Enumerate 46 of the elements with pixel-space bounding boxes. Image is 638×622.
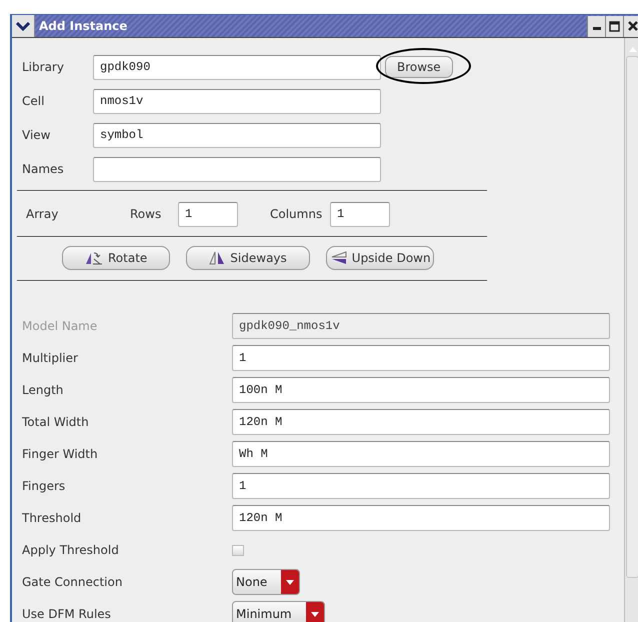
input-field[interactable]: 120n M [232, 409, 610, 435]
input-field[interactable]: 1 [232, 473, 610, 499]
rotate-icon [85, 251, 103, 265]
field-label: Total Width [22, 415, 90, 429]
window-title: Add Instance [39, 19, 128, 33]
input-field[interactable]: 100n M [232, 377, 610, 403]
field-label: Rows [130, 207, 162, 221]
sideways-button[interactable]: Sideways [186, 246, 310, 270]
dropdown[interactable]: Minimum [232, 601, 325, 622]
scrollbar[interactable] [624, 38, 638, 622]
close-icon[interactable] [628, 21, 638, 31]
field-label: Cell [22, 94, 46, 108]
field-label: Model Name [22, 319, 98, 333]
field-label: Apply Threshold [22, 543, 120, 557]
input-field[interactable]: Wh M [232, 441, 610, 467]
input-field[interactable] [93, 156, 381, 182]
field-label: Threshold [22, 511, 82, 525]
checkbox[interactable] [232, 544, 244, 556]
input-field[interactable]: nmos1v [93, 88, 381, 114]
input-field[interactable]: 1 [232, 345, 610, 371]
field-label: Multiplier [22, 351, 79, 365]
flip-icon [330, 251, 347, 265]
field-label: Library [22, 60, 65, 74]
caret-icon [286, 580, 294, 584]
upside-button[interactable]: Upside Down [326, 246, 434, 270]
field-label: Array [26, 207, 60, 221]
mirror-icon [209, 251, 226, 265]
maximize-icon[interactable] [609, 20, 620, 32]
rotate-button[interactable]: Rotate [62, 246, 170, 270]
input-field[interactable]: symbol [93, 122, 381, 148]
field-label: Use DFM Rules [22, 607, 112, 621]
field-label: Gate Connection [22, 575, 124, 589]
field-label: Columns [270, 207, 324, 221]
field-label: Finger Width [22, 447, 99, 461]
chevron-down-icon[interactable] [16, 22, 30, 30]
input-field[interactable]: gpdk090 [93, 54, 381, 80]
browse-button[interactable]: Browse [385, 56, 453, 78]
caret-icon [310, 612, 319, 616]
field-label: Length [22, 383, 64, 397]
field-label: View [22, 128, 52, 142]
input-field[interactable]: 1 [330, 202, 390, 226]
field-label: Fingers [22, 479, 66, 493]
input-field[interactable]: 120n M [232, 505, 610, 531]
field-label: Names [22, 162, 65, 176]
dropdown[interactable]: None [232, 569, 300, 595]
input-field[interactable]: 1 [178, 202, 238, 226]
